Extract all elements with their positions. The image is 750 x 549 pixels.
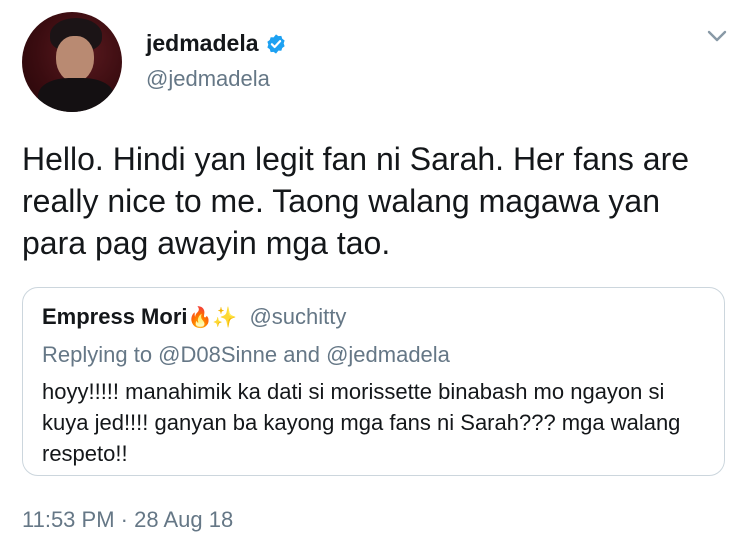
quoted-display-name: Empress Mori [42,304,188,329]
tweet-timestamp[interactable]: 11:53 PM · 28 Aug 18 [22,507,233,533]
chevron-down-icon[interactable] [706,28,728,44]
fire-sparkles-emoji-icon: 🔥✨ [187,307,238,329]
author-handle[interactable]: @jedmadela [146,66,270,92]
quoted-handle: @suchitty [249,304,347,329]
avatar-face [56,36,94,82]
quoted-replying-to: Replying to @D08Sinne and @jedmadela [42,342,450,367]
avatar-body [38,78,114,112]
tweet-text: Hello. Hindi yan legit fan ni Sarah. Her… [22,141,690,261]
quoted-tweet[interactable]: Empress Mori🔥✨ @suchitty Replying to @D0… [22,287,725,476]
author-avatar[interactable] [22,12,122,112]
author-name-row[interactable]: jedmadela [146,30,287,57]
quoted-tweet-text: hoyy!!!!! manahimik ka dati si morissett… [42,379,681,466]
verified-badge-icon [265,33,287,55]
author-display-name[interactable]: jedmadela [146,30,259,57]
quoted-tweet-header: Empress Mori🔥✨ @suchitty [42,304,346,330]
